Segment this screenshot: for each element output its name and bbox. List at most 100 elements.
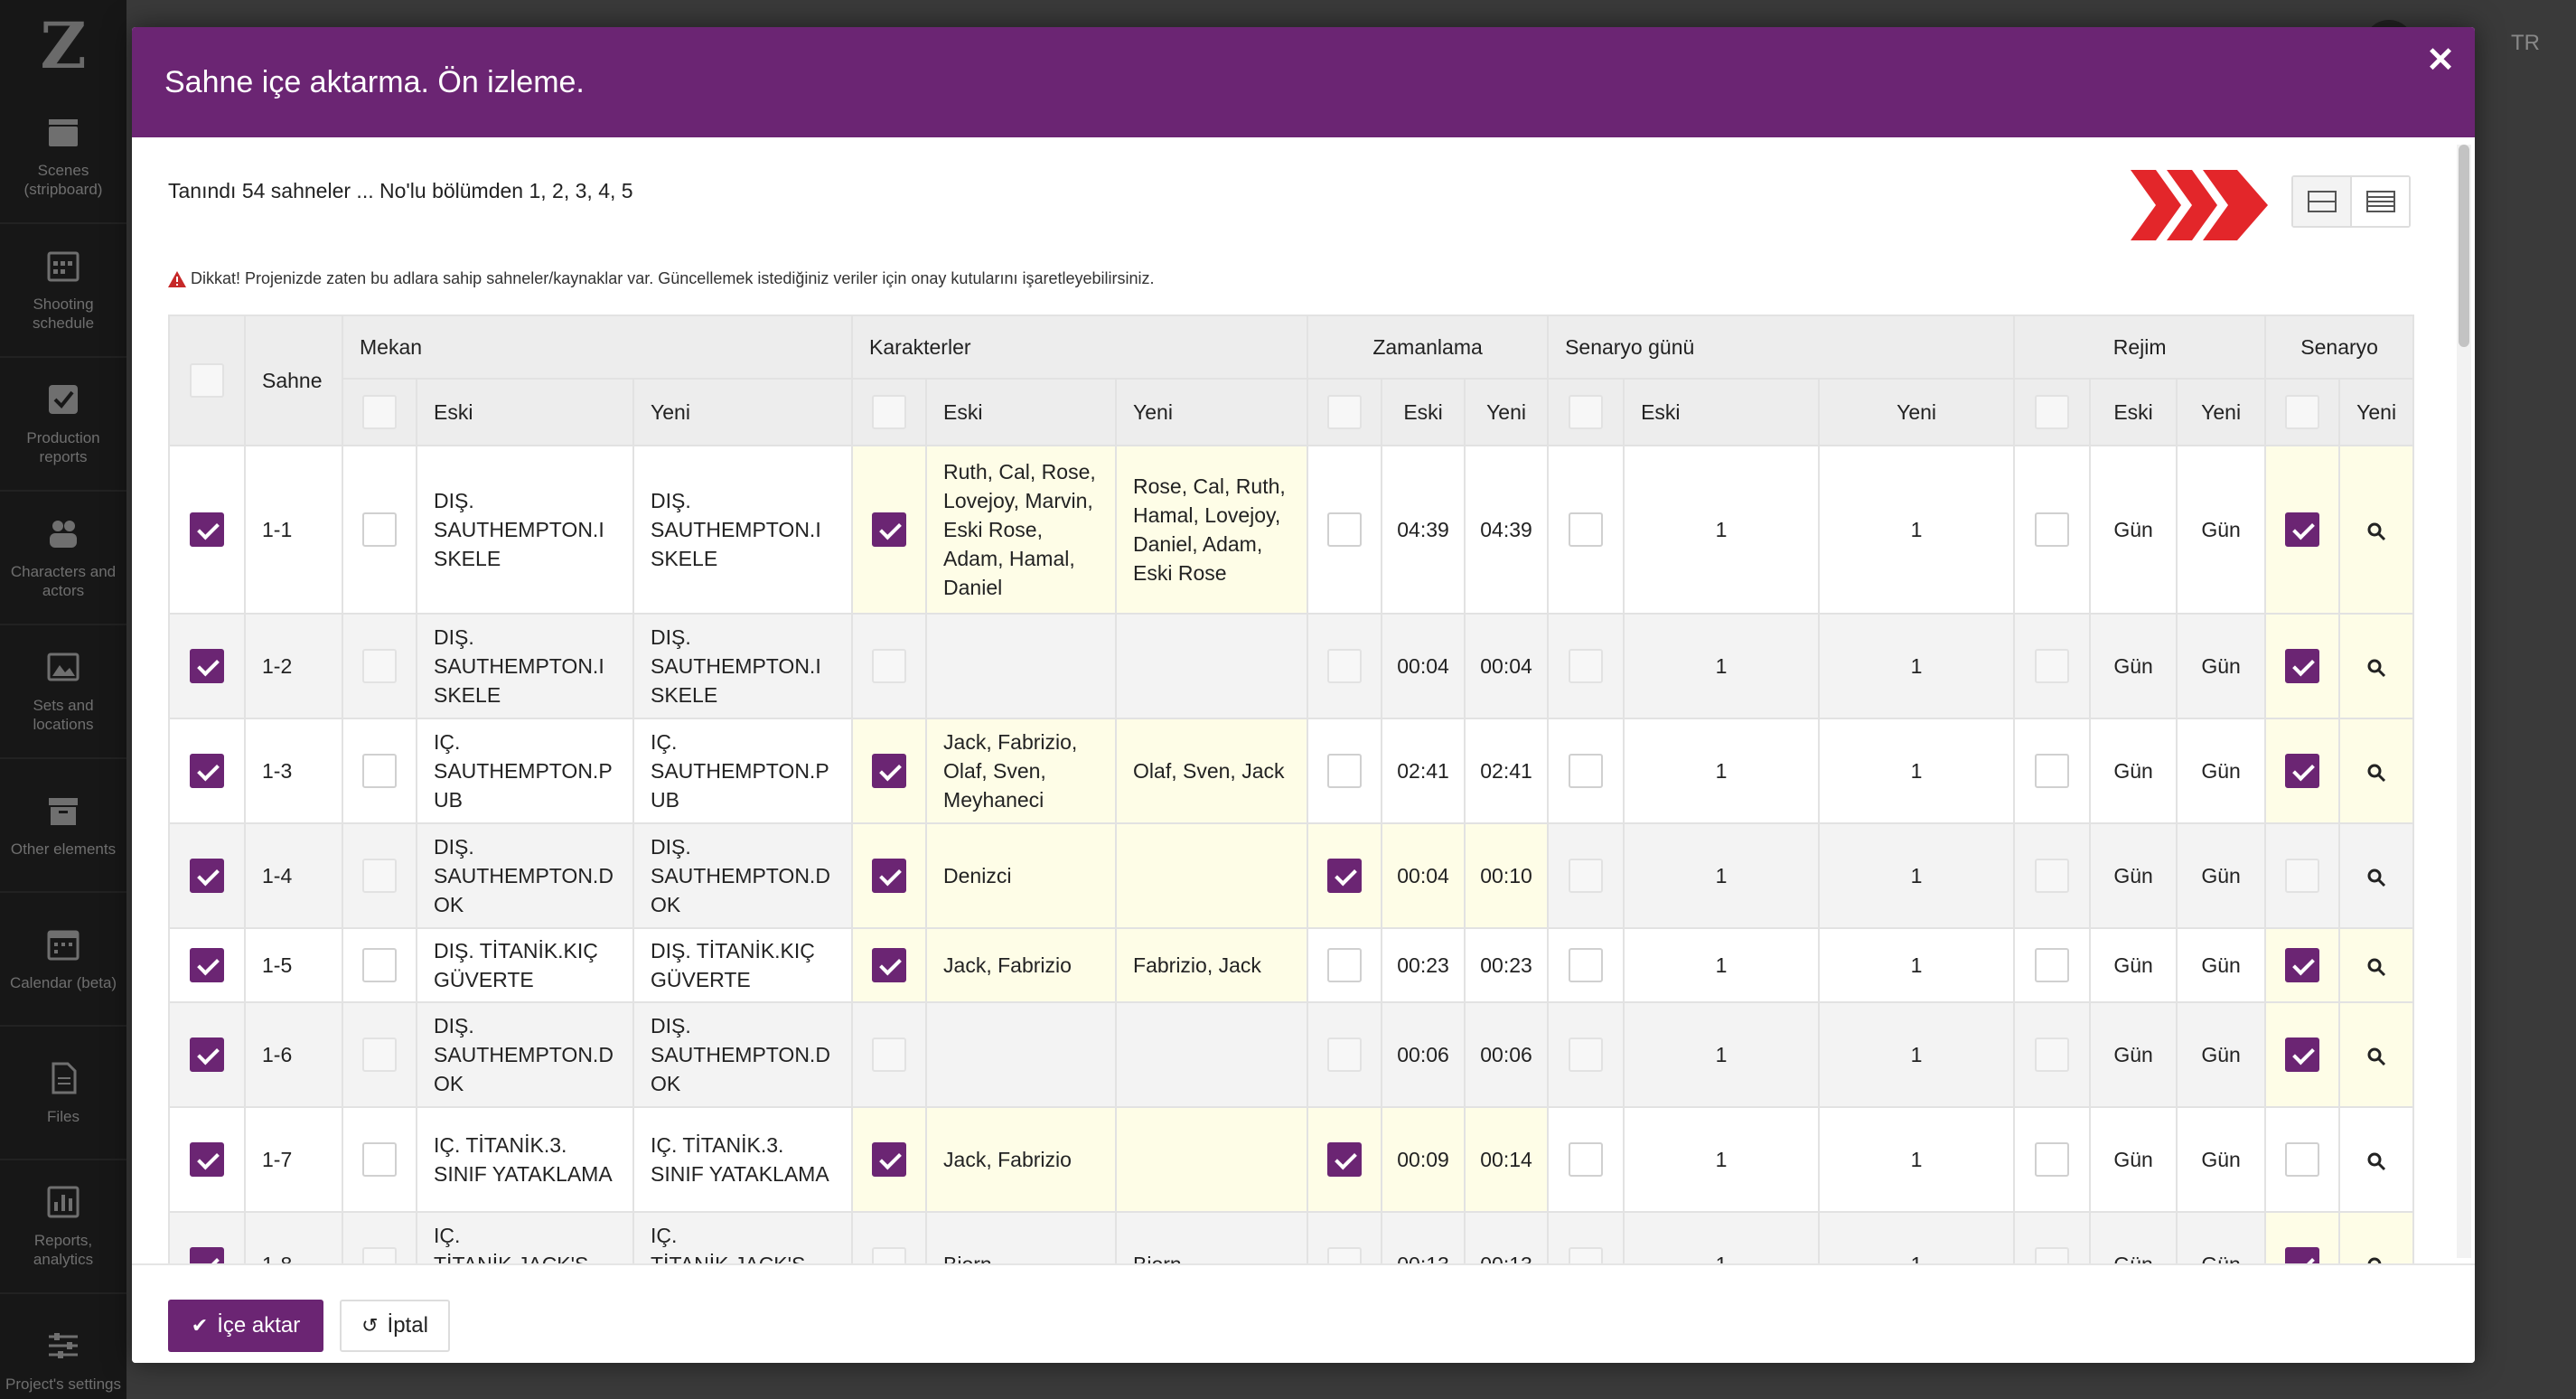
script-day-checkbox[interactable] xyxy=(1569,1142,1604,1177)
row-select-checkbox[interactable] xyxy=(190,649,224,683)
screenplay-view-cell[interactable] xyxy=(2338,822,2415,929)
characters-checkbox[interactable] xyxy=(872,948,907,982)
timing-checkbox[interactable] xyxy=(1327,1038,1363,1072)
timing-checkbox[interactable] xyxy=(1327,948,1363,982)
mode-checkbox[interactable] xyxy=(2035,1038,2070,1072)
script-day-checkbox[interactable] xyxy=(1569,1038,1604,1072)
search-icon[interactable] xyxy=(2366,658,2386,678)
screenplay-view-cell[interactable] xyxy=(2338,445,2415,615)
screenplay-view-cell[interactable] xyxy=(2338,1211,2415,1263)
location-all-cell xyxy=(342,378,417,446)
timing-checkbox[interactable] xyxy=(1327,859,1363,893)
mode-checkbox[interactable] xyxy=(2035,649,2070,683)
screenplay-checkbox[interactable] xyxy=(2285,512,2320,547)
timing-checkbox[interactable] xyxy=(1327,649,1363,683)
screenplay-checkbox[interactable] xyxy=(2285,649,2320,683)
search-icon[interactable] xyxy=(2366,957,2386,977)
app-logo[interactable]: Z xyxy=(0,0,126,90)
mode-checkbox[interactable] xyxy=(2035,859,2070,893)
screenplay-checkbox[interactable] xyxy=(2285,1247,2320,1263)
sidebar-item-shooting-schedule[interactable]: Shooting schedule xyxy=(0,224,126,358)
compact-view-icon[interactable] xyxy=(2293,177,2350,226)
row-select-checkbox[interactable] xyxy=(190,754,224,788)
import-button[interactable]: ✔ İçe aktar xyxy=(168,1300,323,1352)
scrollbar-thumb[interactable] xyxy=(2459,145,2469,347)
characters-all-checkbox[interactable] xyxy=(872,395,907,429)
mode-checkbox[interactable] xyxy=(2035,512,2070,547)
characters-checkbox[interactable] xyxy=(872,754,907,788)
cancel-button[interactable]: ↺ İptal xyxy=(340,1300,450,1352)
sidebar-item-sets-and-locations[interactable]: Sets and locations xyxy=(0,625,126,759)
sidebar-item-calendar-beta[interactable]: Calendar (beta) xyxy=(0,893,126,1027)
screenplay-view-cell[interactable] xyxy=(2338,613,2415,719)
location-all-checkbox[interactable] xyxy=(362,395,397,429)
script-day-checkbox[interactable] xyxy=(1569,948,1604,982)
timing-checkbox[interactable] xyxy=(1327,512,1363,547)
list-view-icon[interactable] xyxy=(2350,177,2409,226)
screenplay-checkbox[interactable] xyxy=(2285,859,2320,893)
location-checkbox[interactable] xyxy=(362,1038,397,1072)
characters-checkbox[interactable] xyxy=(872,859,907,893)
script-day-checkbox[interactable] xyxy=(1569,859,1604,893)
mode-checkbox[interactable] xyxy=(2035,754,2070,788)
screenplay-checkbox[interactable] xyxy=(2285,1142,2320,1177)
characters-checkbox[interactable] xyxy=(872,649,907,683)
mode-checkbox[interactable] xyxy=(2035,1142,2070,1177)
search-icon[interactable] xyxy=(2366,868,2386,887)
sidebar-item-other-elements[interactable]: Other elements xyxy=(0,759,126,893)
script-day-checkbox[interactable] xyxy=(1569,512,1604,547)
location-checkbox[interactable] xyxy=(362,1247,397,1263)
characters-checkbox[interactable] xyxy=(872,512,907,547)
search-icon[interactable] xyxy=(2366,1256,2386,1263)
mode-checkbox[interactable] xyxy=(2035,948,2070,982)
mode-all-checkbox[interactable] xyxy=(2035,395,2070,429)
script-day-checkbox[interactable] xyxy=(1569,649,1604,683)
sidebar-item-project-s-settings[interactable]: Project's settings xyxy=(0,1294,126,1399)
sidebar-item-scenes-stripboard[interactable]: Scenes (stripboard) xyxy=(0,90,126,224)
mode-checkbox[interactable] xyxy=(2035,1247,2070,1263)
row-select-checkbox[interactable] xyxy=(190,1142,224,1177)
mode-new: Gün xyxy=(2176,1211,2267,1263)
screenplay-checkbox[interactable] xyxy=(2285,754,2320,788)
location-checkbox[interactable] xyxy=(362,649,397,683)
screenplay-all-checkbox[interactable] xyxy=(2285,395,2320,429)
modal-scrollbar[interactable] xyxy=(2457,145,2471,1258)
sidebar-item-characters-and-actors[interactable]: Characters and actors xyxy=(0,492,126,625)
sidebar-item-files[interactable]: Files xyxy=(0,1027,126,1160)
search-icon[interactable] xyxy=(2366,1047,2386,1066)
location-checkbox[interactable] xyxy=(362,1142,397,1177)
timing-checkbox[interactable] xyxy=(1327,1142,1363,1177)
location-checkbox[interactable] xyxy=(362,512,397,547)
script-day-checkbox[interactable] xyxy=(1569,754,1604,788)
timing-all-checkbox[interactable] xyxy=(1327,395,1363,429)
search-icon[interactable] xyxy=(2366,763,2386,783)
location-checkbox[interactable] xyxy=(362,754,397,788)
screenplay-checkbox[interactable] xyxy=(2285,948,2320,982)
row-select-checkbox[interactable] xyxy=(190,1038,224,1072)
location-checkbox[interactable] xyxy=(362,859,397,893)
sidebar-item-reports-analytics[interactable]: Reports, analytics xyxy=(0,1160,126,1294)
row-select-checkbox[interactable] xyxy=(190,859,224,893)
search-icon[interactable] xyxy=(2366,521,2386,541)
search-icon[interactable] xyxy=(2366,1151,2386,1171)
row-select-checkbox[interactable] xyxy=(190,512,224,547)
row-select-checkbox[interactable] xyxy=(190,1247,224,1263)
characters-checkbox[interactable] xyxy=(872,1247,907,1263)
screenplay-view-cell[interactable] xyxy=(2338,927,2415,1003)
characters-checkbox[interactable] xyxy=(872,1038,907,1072)
select-all-checkbox[interactable] xyxy=(190,363,224,398)
timing-checkbox[interactable] xyxy=(1327,1247,1363,1263)
script-day-all-checkbox[interactable] xyxy=(1569,395,1604,429)
screenplay-view-cell[interactable] xyxy=(2338,718,2415,824)
row-select-checkbox[interactable] xyxy=(190,948,224,982)
sidebar-item-production-reports[interactable]: Production reports xyxy=(0,358,126,492)
screenplay-view-cell[interactable] xyxy=(2338,1001,2415,1108)
language-switch[interactable]: TR xyxy=(2511,31,2540,56)
characters-checkbox[interactable] xyxy=(872,1142,907,1177)
close-icon[interactable]: ✕ xyxy=(2426,40,2455,80)
screenplay-view-cell[interactable] xyxy=(2338,1106,2415,1213)
location-checkbox[interactable] xyxy=(362,948,397,982)
screenplay-checkbox[interactable] xyxy=(2285,1038,2320,1072)
script-day-checkbox[interactable] xyxy=(1569,1247,1604,1263)
timing-checkbox[interactable] xyxy=(1327,754,1363,788)
